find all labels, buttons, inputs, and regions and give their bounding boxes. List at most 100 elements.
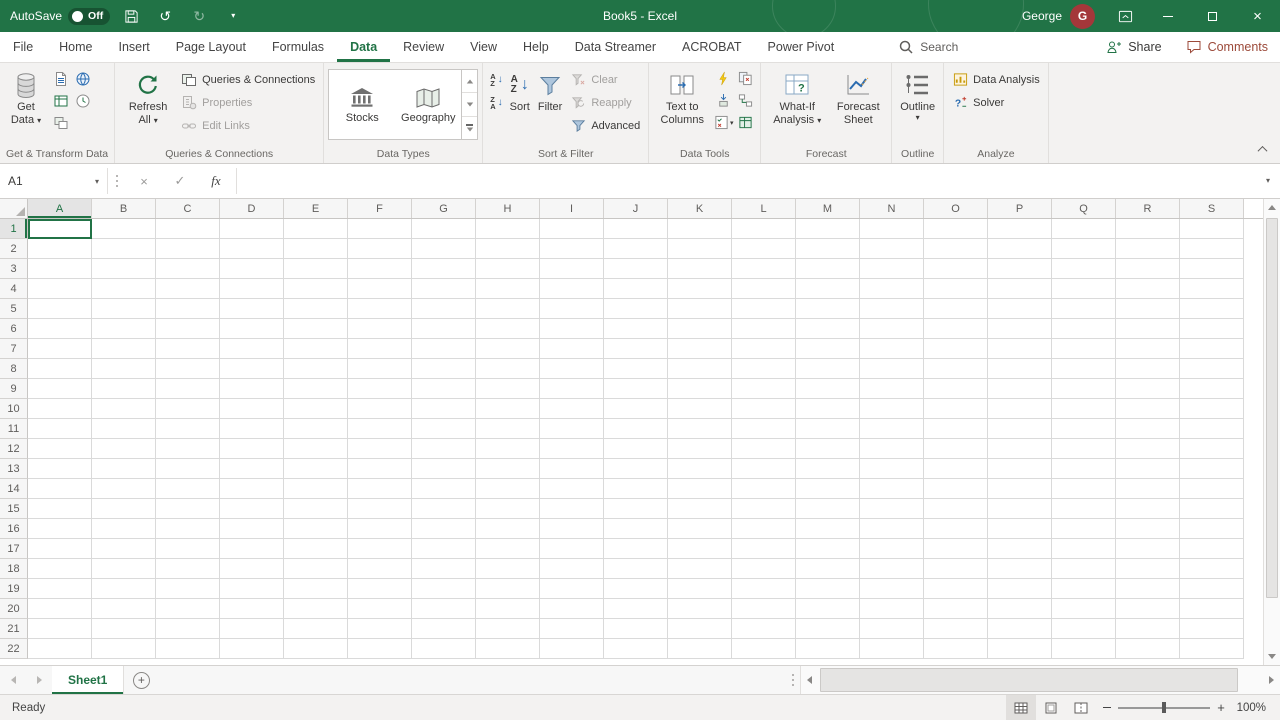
gallery-scroll-up-icon[interactable] [462, 70, 477, 93]
horizontal-scroll-thumb[interactable] [820, 668, 1238, 692]
sort-ascending-button[interactable]: AZ ↓ [487, 69, 505, 90]
column-header-Q[interactable]: Q [1052, 199, 1116, 218]
column-header-S[interactable]: S [1180, 199, 1244, 218]
from-web-button[interactable] [72, 68, 93, 89]
row-header-22[interactable]: 22 [0, 639, 28, 659]
properties-button[interactable]: Properties [177, 91, 319, 114]
row-header-9[interactable]: 9 [0, 379, 28, 399]
tab-scrollbar-splitter[interactable] [786, 666, 800, 694]
tab-review[interactable]: Review [390, 32, 457, 62]
insert-function-button[interactable]: fx [198, 168, 234, 194]
column-header-B[interactable]: B [92, 199, 156, 218]
tab-insert[interactable]: Insert [106, 32, 163, 62]
column-header-P[interactable]: P [988, 199, 1052, 218]
quick-access-toolbar-button[interactable]: ▾ [220, 0, 246, 32]
normal-view-button[interactable] [1006, 695, 1036, 720]
sheet-nav-right-button[interactable] [26, 666, 52, 694]
reapply-filter-button[interactable]: Reapply [566, 91, 644, 114]
close-button[interactable]: × [1235, 0, 1280, 32]
add-sheet-button[interactable]: + [124, 666, 158, 694]
filter-button[interactable]: Filter [534, 66, 566, 145]
vertical-scroll-thumb[interactable] [1266, 218, 1278, 598]
gallery-scroll-down-icon[interactable] [462, 93, 477, 116]
sheet-nav-left-button[interactable] [0, 666, 26, 694]
clear-filter-button[interactable]: Clear [566, 68, 644, 91]
active-cell[interactable] [28, 219, 92, 239]
what-if-analysis-button[interactable]: ? What-If Analysis ▾ [765, 66, 829, 145]
existing-connections-button[interactable] [50, 112, 71, 133]
tab-power-pivot[interactable]: Power Pivot [755, 32, 848, 62]
scroll-down-icon[interactable] [1264, 648, 1280, 665]
column-header-N[interactable]: N [860, 199, 924, 218]
recent-sources-button[interactable] [72, 90, 93, 111]
column-header-M[interactable]: M [796, 199, 860, 218]
solver-button[interactable]: ? Solver [948, 91, 1044, 114]
row-header-13[interactable]: 13 [0, 459, 28, 479]
tab-page-layout[interactable]: Page Layout [163, 32, 259, 62]
user-name[interactable]: George [1022, 9, 1062, 23]
formula-bar-expand-button[interactable]: ▾ [1256, 168, 1280, 194]
tab-acrobat[interactable]: ACROBAT [669, 32, 755, 62]
column-header-A[interactable]: A [28, 199, 92, 218]
row-header-3[interactable]: 3 [0, 259, 28, 279]
column-header-J[interactable]: J [604, 199, 668, 218]
row-header-19[interactable]: 19 [0, 579, 28, 599]
maximize-button[interactable] [1190, 0, 1235, 32]
remove-duplicates-button[interactable] [735, 68, 756, 89]
relationships-button[interactable] [735, 90, 756, 111]
row-header-11[interactable]: 11 [0, 419, 28, 439]
redo-button[interactable]: ↻ [186, 0, 212, 32]
horizontal-scroll-track[interactable] [818, 666, 1263, 694]
zoom-slider-thumb[interactable] [1162, 702, 1166, 713]
row-header-18[interactable]: 18 [0, 559, 28, 579]
scroll-right-icon[interactable] [1263, 666, 1280, 694]
enter-button[interactable]: ✓ [162, 168, 198, 194]
data-validation-button[interactable]: ▾ [713, 112, 734, 133]
cancel-button[interactable]: × [126, 168, 162, 194]
from-table-range-button[interactable] [50, 90, 71, 111]
column-header-F[interactable]: F [348, 199, 412, 218]
ribbon-display-options-button[interactable] [1105, 0, 1145, 32]
tab-file[interactable]: File [0, 32, 46, 62]
tab-data-streamer[interactable]: Data Streamer [562, 32, 669, 62]
tab-data[interactable]: Data [337, 32, 390, 62]
flash-fill-button[interactable] [713, 68, 734, 89]
page-break-view-button[interactable] [1066, 695, 1096, 720]
row-header-17[interactable]: 17 [0, 539, 28, 559]
row-header-10[interactable]: 10 [0, 399, 28, 419]
row-header-14[interactable]: 14 [0, 479, 28, 499]
column-header-R[interactable]: R [1116, 199, 1180, 218]
row-header-21[interactable]: 21 [0, 619, 28, 639]
horizontal-scrollbar[interactable] [800, 666, 1280, 694]
row-header-8[interactable]: 8 [0, 359, 28, 379]
tab-home[interactable]: Home [46, 32, 105, 62]
row-header-5[interactable]: 5 [0, 299, 28, 319]
row-header-20[interactable]: 20 [0, 599, 28, 619]
row-header-16[interactable]: 16 [0, 519, 28, 539]
from-text-csv-button[interactable] [50, 68, 71, 89]
autosave-toggle[interactable]: AutoSave Off [10, 8, 110, 25]
collapse-ribbon-button[interactable] [1254, 142, 1270, 156]
row-header-6[interactable]: 6 [0, 319, 28, 339]
row-header-15[interactable]: 15 [0, 499, 28, 519]
share-button[interactable]: Share [1094, 32, 1173, 62]
consolidate-button[interactable] [713, 90, 734, 111]
column-header-C[interactable]: C [156, 199, 220, 218]
zoom-slider[interactable] [1118, 695, 1210, 720]
name-box-splitter[interactable] [108, 168, 126, 194]
sort-button[interactable]: AZ ↓ Sort [506, 66, 534, 145]
sort-descending-button[interactable]: ZA ↓ [487, 92, 505, 113]
column-header-O[interactable]: O [924, 199, 988, 218]
advanced-filter-button[interactable]: Advanced [566, 114, 644, 137]
data-analysis-button[interactable]: Data Analysis [948, 68, 1044, 91]
column-header-L[interactable]: L [732, 199, 796, 218]
gallery-more-icon[interactable] [462, 117, 477, 139]
row-header-7[interactable]: 7 [0, 339, 28, 359]
zoom-level[interactable]: 100% [1232, 702, 1280, 714]
tab-view[interactable]: View [457, 32, 510, 62]
row-header-4[interactable]: 4 [0, 279, 28, 299]
select-all-corner[interactable] [0, 199, 28, 219]
comments-button[interactable]: Comments [1174, 32, 1280, 62]
column-header-H[interactable]: H [476, 199, 540, 218]
autosave-switch[interactable]: Off [68, 8, 110, 25]
